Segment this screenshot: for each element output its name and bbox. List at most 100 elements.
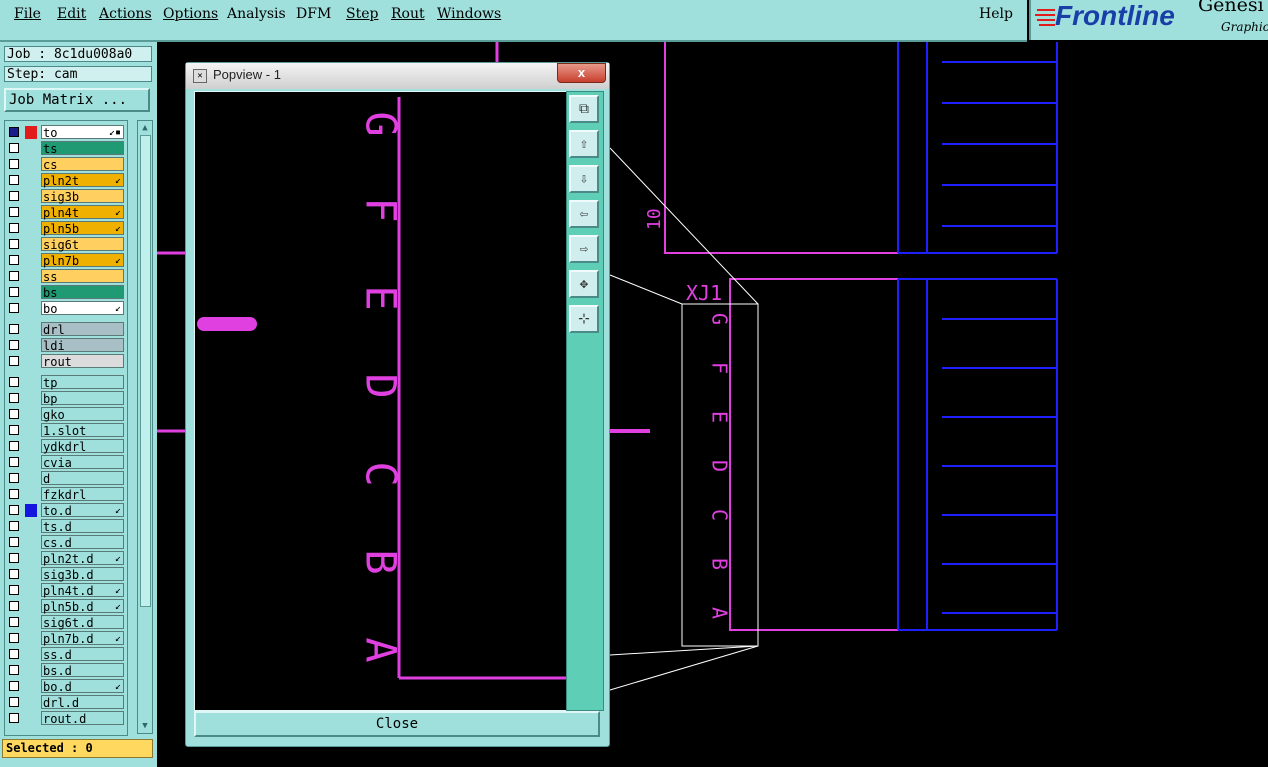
layer-name[interactable]: pln2t ↙ [41,173,124,188]
layer-checkbox[interactable] [9,377,19,387]
layer-row[interactable]: tp [5,375,127,390]
layer-name[interactable]: drl.d [41,695,124,710]
layer-checkbox[interactable] [9,473,19,483]
layer-row[interactable]: to ↙▪ [5,125,127,140]
job-matrix-button[interactable]: Job Matrix ... [4,88,150,112]
layer-name[interactable]: bo.d ↙ [41,679,124,694]
menu-actions[interactable]: Actions [99,6,152,22]
layer-checkbox[interactable] [9,409,19,419]
layer-row[interactable]: rout.d [5,711,127,726]
layer-checkbox[interactable] [9,207,19,217]
layer-name[interactable]: pln4t.d ↙ [41,583,124,598]
close-button[interactable]: Close [194,711,600,737]
layer-checkbox[interactable] [9,223,19,233]
layer-row[interactable]: drl [5,322,127,337]
layer-row[interactable]: sig3b [5,189,127,204]
layer-row[interactable]: bo.d ↙ [5,679,127,694]
layer-name[interactable]: pln4t ↙ [41,205,124,220]
layer-row[interactable]: rout [5,354,127,369]
layer-name[interactable]: d [41,471,124,486]
layer-name[interactable]: ydkdrl [41,439,124,454]
menu-edit[interactable]: Edit [57,6,86,22]
layer-checkbox[interactable] [9,489,19,499]
layer-row[interactable]: pln7b ↙ [5,253,127,268]
layer-row[interactable]: ts [5,141,127,156]
layer-checkbox[interactable] [9,175,19,185]
layer-name[interactable]: cvia [41,455,124,470]
layer-checkbox[interactable] [9,324,19,334]
layer-name[interactable]: tp [41,375,124,390]
layer-name[interactable]: drl [41,322,124,337]
layer-row[interactable]: pln5b.d ↙ [5,599,127,614]
layer-name[interactable]: sig6t [41,237,124,252]
layer-row[interactable]: pln4t ↙ [5,205,127,220]
scroll-up-icon[interactable]: ▲ [139,122,151,134]
layer-row[interactable]: bo ↙ [5,301,127,316]
layer-name[interactable]: pln2t.d ↙ [41,551,124,566]
layer-name[interactable]: sig3b.d [41,567,124,582]
scroll-thumb[interactable] [140,135,151,607]
layer-row[interactable]: fzkdrl [5,487,127,502]
layer-name[interactable]: pln5b.d ↙ [41,599,124,614]
layer-checkbox[interactable] [9,287,19,297]
layer-name[interactable]: sig3b [41,189,124,204]
layer-checkbox[interactable] [9,143,19,153]
layer-name[interactable]: sig6t.d [41,615,124,630]
layer-checkbox[interactable] [9,521,19,531]
menu-help[interactable]: Help [979,6,1013,22]
layer-name[interactable]: ss [41,269,124,284]
layer-row[interactable]: sig6t [5,237,127,252]
layer-checkbox[interactable] [9,649,19,659]
layer-name[interactable]: bp [41,391,124,406]
menu-file[interactable]: File [14,6,41,22]
layer-checkbox[interactable] [9,633,19,643]
menu-rout[interactable]: Rout [391,6,425,22]
layer-row[interactable]: 1.slot [5,423,127,438]
layer-name[interactable]: pln5b ↙ [41,221,124,236]
zoom-fit-icon[interactable]: ✥ [569,270,599,298]
menu-step[interactable]: Step [346,6,378,22]
layer-checkbox[interactable] [9,127,19,137]
close-icon[interactable]: x [557,63,606,83]
pan-up-icon[interactable]: ⇧ [569,130,599,158]
layer-checkbox[interactable] [9,553,19,563]
layer-name[interactable]: bo ↙ [41,301,124,316]
layer-name[interactable]: bs.d [41,663,124,678]
layer-checkbox[interactable] [9,271,19,281]
layer-checkbox[interactable] [9,665,19,675]
layer-row[interactable]: gko [5,407,127,422]
menu-analysis[interactable]: Analysis [227,6,286,22]
layer-checkbox[interactable] [9,425,19,435]
layer-checkbox[interactable] [9,159,19,169]
menu-windows[interactable]: Windows [437,6,501,22]
layer-row[interactable]: bs [5,285,127,300]
layer-row[interactable]: ss [5,269,127,284]
layer-name[interactable]: fzkdrl [41,487,124,502]
layer-name[interactable]: ldi [41,338,124,353]
fit-window-icon[interactable]: ⧉ [569,95,599,123]
layer-row[interactable]: pln7b.d ↙ [5,631,127,646]
layer-checkbox[interactable] [9,505,19,515]
layer-name[interactable]: rout [41,354,124,369]
layer-row[interactable]: cs.d [5,535,127,550]
scroll-down-icon[interactable]: ▼ [139,720,151,732]
layer-row[interactable]: sig6t.d [5,615,127,630]
pan-down-icon[interactable]: ⇩ [569,165,599,193]
layer-scrollbar[interactable]: ▲ ▼ [137,120,153,734]
layer-checkbox[interactable] [9,340,19,350]
layer-row[interactable]: ss.d [5,647,127,662]
layer-name[interactable]: ts [41,141,124,156]
layer-name[interactable]: bs [41,285,124,300]
layer-checkbox[interactable] [9,697,19,707]
pan-right-icon[interactable]: ⇨ [569,235,599,263]
layer-checkbox[interactable] [9,239,19,249]
layer-checkbox[interactable] [9,441,19,451]
layer-checkbox[interactable] [9,457,19,467]
layer-row[interactable]: pln2t ↙ [5,173,127,188]
layer-row[interactable]: bp [5,391,127,406]
layer-checkbox[interactable] [9,681,19,691]
layer-name[interactable]: cs.d [41,535,124,550]
layer-checkbox[interactable] [9,393,19,403]
layer-name[interactable]: gko [41,407,124,422]
layer-row[interactable]: to.d ↙ [5,503,127,518]
